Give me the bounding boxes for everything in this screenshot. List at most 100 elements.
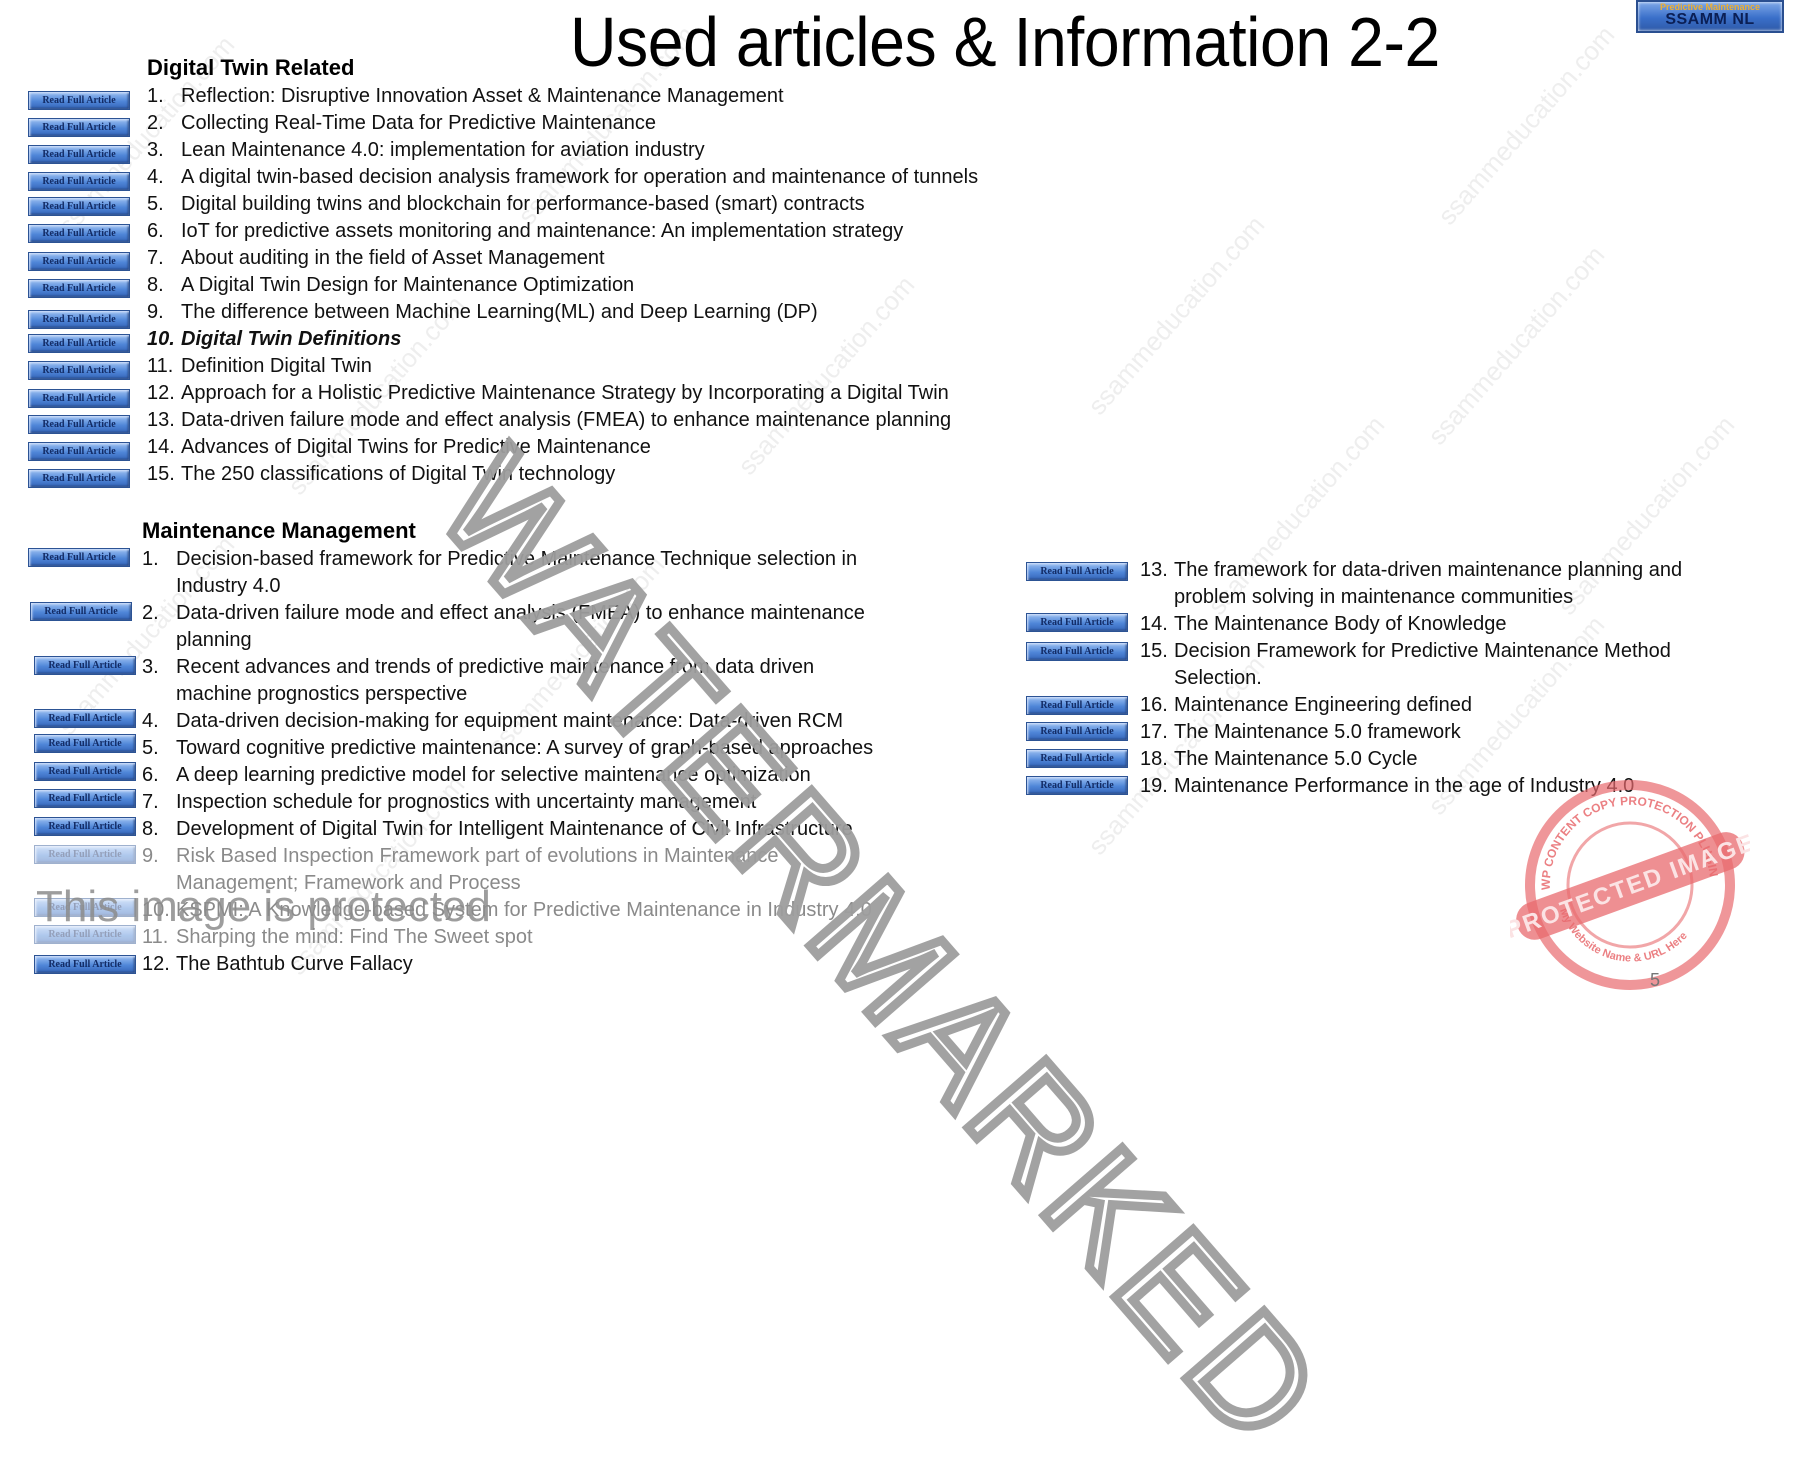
read-full-article-button[interactable]: Read Full Article <box>1026 722 1128 741</box>
read-full-article-button[interactable]: Read Full Article <box>28 548 130 567</box>
item-number: 13. <box>147 409 175 431</box>
item-text: Inspection schedule for prognostics with… <box>176 791 757 813</box>
item-text: Decision Framework for Predictive Mainte… <box>1174 640 1671 689</box>
read-full-article-button[interactable]: Read Full Article <box>34 817 136 836</box>
item-text: Digital building twins and blockchain fo… <box>181 193 865 215</box>
list-item[interactable]: 5. Toward cognitive predictive maintenanc… <box>142 735 902 762</box>
list-item[interactable]: 1. Reflection: Disruptive Innovation Asse… <box>147 83 978 110</box>
list-item[interactable]: 12. Approach for a Holistic Predictive Ma… <box>147 380 978 407</box>
list-item[interactable]: 15. The 250 classifications of Digital Tw… <box>147 461 978 488</box>
list-item[interactable]: 13. The framework for data-driven mainten… <box>1140 557 1740 611</box>
list-item[interactable]: 12. The Bathtub Curve Fallacy <box>142 951 902 978</box>
list-item[interactable]: 11. Sharping the mind: Find The Sweet spo… <box>142 924 902 951</box>
read-full-article-button[interactable]: Read Full Article <box>34 955 136 974</box>
read-full-article-button[interactable]: Read Full Article <box>1026 642 1128 661</box>
read-full-article-button[interactable]: Read Full Article <box>34 734 136 753</box>
read-full-article-button[interactable]: Read Full Article <box>34 925 136 944</box>
list-item[interactable]: 3. Recent advances and trends of predicti… <box>142 654 902 708</box>
item-text: The Maintenance 5.0 framework <box>1174 721 1461 743</box>
list-item[interactable]: 8. A Digital Twin Design for Maintenance … <box>147 272 978 299</box>
list-item[interactable]: 10. Digital Twin Definitions <box>147 326 978 353</box>
list-item[interactable]: 4. A digital twin-based decision analysis… <box>147 164 978 191</box>
read-full-article-button[interactable]: Read Full Article <box>28 442 130 461</box>
tiled-watermark-text: ssammeducation.com <box>1081 209 1271 421</box>
read-full-article-button[interactable]: Read Full Article <box>1026 562 1128 581</box>
list-item[interactable]: 4. Data-driven decision-making for equipm… <box>142 708 902 735</box>
list-item[interactable]: 1. Decision-based framework for Predictiv… <box>142 546 902 600</box>
read-full-article-button[interactable]: Read Full Article <box>28 172 130 191</box>
item-text: Advances of Digital Twins for Predictive… <box>181 436 651 458</box>
read-full-article-button[interactable]: Read Full Article <box>28 469 130 488</box>
read-full-article-button[interactable]: Read Full Article <box>28 361 130 380</box>
read-full-article-button[interactable]: Read Full Article <box>34 656 136 675</box>
stamp-band-text: PROTECTED IMAGE <box>1510 829 1750 944</box>
read-full-article-button[interactable]: Read Full Article <box>30 602 132 621</box>
item-number: 6. <box>147 220 164 242</box>
list-item[interactable]: 6. IoT for predictive assets monitoring a… <box>147 218 978 245</box>
read-full-article-button[interactable]: Read Full Article <box>28 279 130 298</box>
logo-text: SSAMM NL <box>1665 11 1755 28</box>
read-full-article-button[interactable]: Read Full Article <box>1026 776 1128 795</box>
item-text: Development of Digital Twin for Intellig… <box>176 818 853 840</box>
read-full-article-button[interactable]: Read Full Article <box>34 898 136 917</box>
item-number: 15. <box>147 463 175 485</box>
read-full-article-button[interactable]: Read Full Article <box>28 91 130 110</box>
list-item[interactable]: 2. Collecting Real-Time Data for Predicti… <box>147 110 978 137</box>
item-text: Data-driven failure mode and effect anal… <box>176 602 865 651</box>
item-number: 4. <box>147 166 164 188</box>
list-item[interactable]: 17. The Maintenance 5.0 framework <box>1140 719 1740 746</box>
list-item[interactable]: 7. Inspection schedule for prognostics wi… <box>142 789 902 816</box>
item-number: 1. <box>147 85 164 107</box>
list-item[interactable]: 8. Development of Digital Twin for Intell… <box>142 816 902 843</box>
list-item[interactable]: 18. The Maintenance 5.0 Cycle <box>1140 746 1740 773</box>
item-number: 15. <box>1140 640 1168 662</box>
read-full-article-button[interactable]: Read Full Article <box>28 145 130 164</box>
list-item[interactable]: 19. Maintenance Performance in the age of… <box>1140 773 1740 800</box>
read-full-article-button[interactable]: Read Full Article <box>28 310 130 329</box>
list-item[interactable]: 3. Lean Maintenance 4.0: implementation f… <box>147 137 978 164</box>
item-number: 1. <box>142 548 159 570</box>
ssamm-logo[interactable]: Predictive Maintenance SSAMM NL <box>1636 0 1784 33</box>
list-item[interactable]: 15. Decision Framework for Predictive Mai… <box>1140 638 1740 692</box>
read-full-article-button[interactable]: Read Full Article <box>28 334 130 353</box>
item-text: Data-driven failure mode and effect anal… <box>181 409 952 431</box>
read-full-article-button[interactable]: Read Full Article <box>1026 696 1128 715</box>
read-full-article-button[interactable]: Read Full Article <box>28 118 130 137</box>
item-text: IoT for predictive assets monitoring and… <box>181 220 904 242</box>
list-item[interactable]: 16. Maintenance Engineering defined <box>1140 692 1740 719</box>
list-item[interactable]: 2. Data-driven failure mode and effect an… <box>142 600 902 654</box>
item-text: The Bathtub Curve Fallacy <box>176 953 413 975</box>
read-full-article-button[interactable]: Read Full Article <box>1026 749 1128 768</box>
read-full-article-button[interactable]: Read Full Article <box>34 762 136 781</box>
read-full-article-button[interactable]: Read Full Article <box>28 415 130 434</box>
read-full-article-button[interactable]: Read Full Article <box>28 389 130 408</box>
item-text: The Maintenance 5.0 Cycle <box>1174 748 1418 770</box>
read-full-article-button[interactable]: Read Full Article <box>34 709 136 728</box>
read-full-article-button[interactable]: Read Full Article <box>34 789 136 808</box>
item-number: 13. <box>1140 559 1168 581</box>
read-full-article-button[interactable]: Read Full Article <box>28 197 130 216</box>
item-number: 3. <box>147 139 164 161</box>
list-item[interactable]: 9. Risk Based Inspection Framework part o… <box>142 843 902 897</box>
item-text: Maintenance Performance in the age of In… <box>1174 775 1635 797</box>
item-text: Toward cognitive predictive maintenance:… <box>176 737 874 759</box>
read-full-article-button[interactable]: Read Full Article <box>28 224 130 243</box>
list-item[interactable]: 5. Digital building twins and blockchain … <box>147 191 978 218</box>
item-text: Reflection: Disruptive Innovation Asset … <box>181 85 784 107</box>
list-item[interactable]: 6. A deep learning predictive model for s… <box>142 762 902 789</box>
read-full-article-button[interactable]: Read Full Article <box>28 252 130 271</box>
list-item[interactable]: 9. The difference between Machine Learnin… <box>147 299 978 326</box>
list-item[interactable]: 7. About auditing in the field of Asset M… <box>147 245 978 272</box>
item-number: 7. <box>142 791 159 813</box>
list-item[interactable]: 14. The Maintenance Body of Knowledge <box>1140 611 1740 638</box>
read-full-article-button[interactable]: Read Full Article <box>1026 613 1128 632</box>
item-text: A Digital Twin Design for Maintenance Op… <box>181 274 635 296</box>
read-full-article-button[interactable]: Read Full Article <box>34 845 136 864</box>
item-number: 8. <box>142 818 159 840</box>
list-item[interactable]: 10. KSPMI: A Knowledge-based System for P… <box>142 897 902 924</box>
item-number: 2. <box>142 602 159 624</box>
item-text: Collecting Real-Time Data for Predictive… <box>181 112 657 134</box>
list-item[interactable]: 11. Definition Digital Twin <box>147 353 978 380</box>
list-item[interactable]: 14. Advances of Digital Twins for Predict… <box>147 434 978 461</box>
list-item[interactable]: 13. Data-driven failure mode and effect a… <box>147 407 978 434</box>
